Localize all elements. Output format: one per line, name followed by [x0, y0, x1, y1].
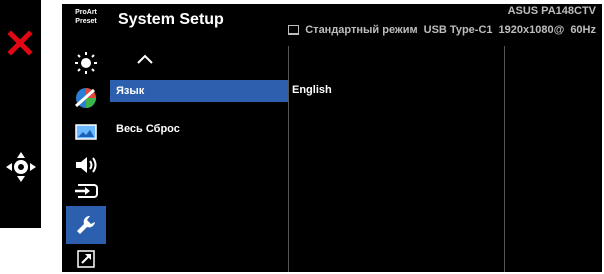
preset-label-line-2: Preset — [75, 18, 97, 25]
close-icon[interactable] — [7, 30, 33, 56]
preset-label-line-1: ProArt — [75, 9, 97, 16]
system-setup-icon[interactable] — [66, 206, 106, 244]
menu-item-language[interactable]: Язык — [110, 80, 288, 102]
status-mode: Стандартный режим — [305, 24, 418, 36]
key-guide-strip — [0, 0, 41, 228]
page-title: System Setup — [118, 11, 224, 28]
monitor-icon — [288, 25, 300, 35]
five-way-navigation-icon[interactable] — [5, 151, 37, 183]
menu-item-all-reset[interactable]: Весь Сброс — [110, 118, 288, 140]
shortcut-icon[interactable] — [66, 248, 106, 270]
osd-menu: ProArt Preset System Setup ASUS PA148CTV… — [62, 4, 602, 272]
status-refresh: 60Hz — [570, 24, 596, 36]
status-input: USB Type-C1 — [423, 24, 493, 36]
column-divider — [504, 46, 505, 272]
status-resolution: 1920x1080@ — [498, 24, 565, 36]
brightness-icon[interactable] — [66, 48, 106, 78]
status-bar: Стандартный режим USB Type-C1 1920x1080@… — [288, 24, 596, 36]
settings-panel: Язык Весь Сброс English — [110, 46, 602, 272]
column-divider — [288, 46, 289, 272]
proart-preset-tab[interactable]: ProArt Preset — [66, 8, 106, 26]
model-name: ASUS PA148CTV — [507, 5, 596, 17]
color-icon[interactable] — [66, 83, 106, 113]
chevron-up-icon[interactable] — [136, 52, 154, 70]
image-icon[interactable] — [66, 117, 106, 147]
input-select-icon[interactable] — [66, 176, 106, 206]
menu-list: Язык Весь Сброс — [110, 46, 288, 272]
osd-icon-column: ProArt Preset — [62, 4, 110, 272]
language-value[interactable]: English — [292, 84, 332, 96]
